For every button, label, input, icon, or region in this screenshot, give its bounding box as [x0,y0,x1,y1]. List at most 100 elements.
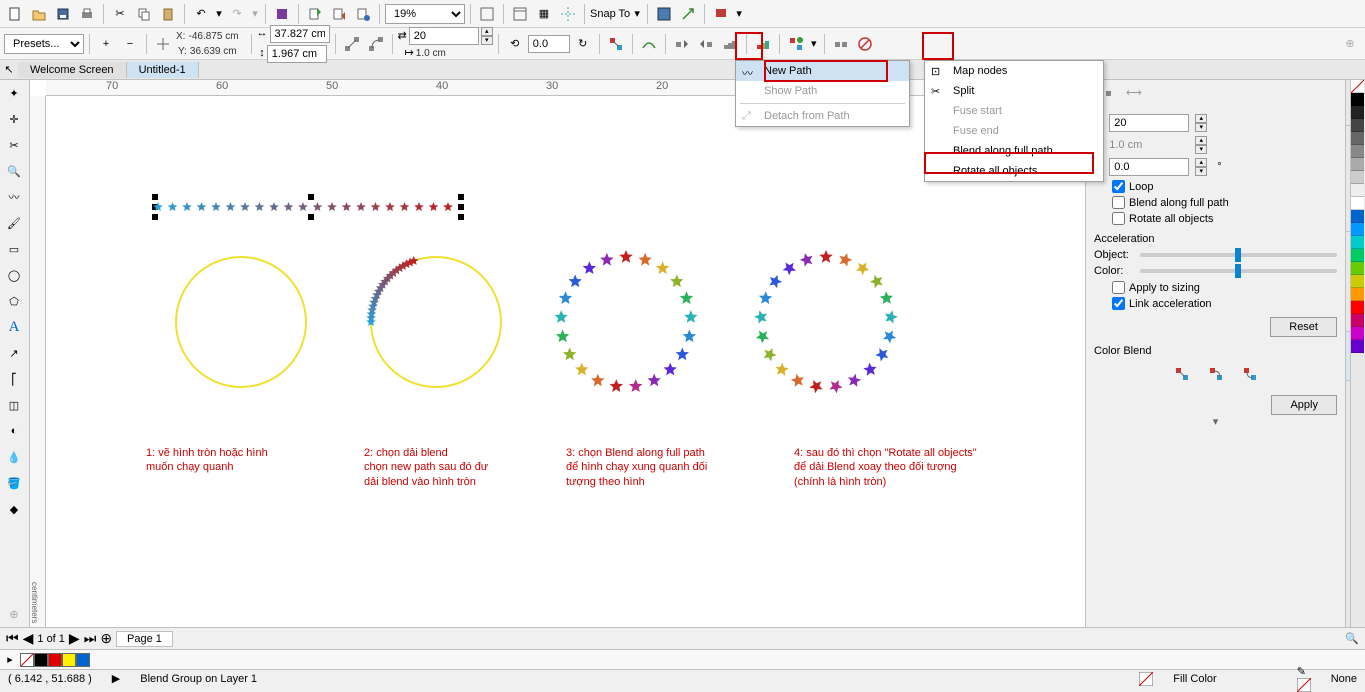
width-input[interactable] [270,25,330,43]
more-drop-icon[interactable]: ▾ [809,33,819,55]
zoom-combo[interactable]: 19% [385,4,465,24]
save-icon[interactable] [52,3,74,25]
page-prev-icon[interactable]: ◀ [23,630,34,647]
apply-button[interactable]: Apply [1271,395,1337,415]
palette-yellow[interactable] [62,653,76,667]
menu-fuse-start[interactable]: Fuse start [925,101,1103,121]
toolbox-more[interactable]: ⊕ [0,601,28,627]
end-obj-icon[interactable] [695,33,717,55]
new-doc-icon[interactable] [4,3,26,25]
loop-check[interactable] [1112,180,1125,193]
pick-tool[interactable]: ✦ [0,80,28,106]
menu-show-path[interactable]: Show Path [736,81,909,101]
path-properties-icon[interactable] [638,33,660,55]
artistic-tool[interactable]: 🖌 [0,210,28,236]
rectangle-tool[interactable]: ▭ [0,236,28,262]
print-icon[interactable] [76,3,98,25]
outline-swatch-icon[interactable]: ✎ [1297,665,1311,692]
clear-blend-icon[interactable] [854,33,876,55]
paste-icon[interactable] [157,3,179,25]
cut-icon[interactable]: ✂ [109,3,131,25]
color-direct-icon[interactable] [1171,363,1193,385]
import-icon[interactable] [304,3,326,25]
height-input[interactable] [267,45,327,63]
transparency-tool[interactable]: ◐ [0,418,28,444]
show-guides-icon[interactable] [557,3,579,25]
direct-color-icon[interactable] [605,33,627,55]
freehand-tool[interactable]: 〰 [0,184,28,210]
tab-welcome[interactable]: Welcome Screen [18,62,127,78]
apply-sizing-check[interactable] [1112,281,1125,294]
pick-tool-icon[interactable]: ↖ [0,61,18,79]
menu-new-path[interactable]: 〰New Path [736,61,909,81]
export-icon[interactable] [328,3,350,25]
connector-tool[interactable]: ⎡ [0,366,28,392]
menu-blend-full[interactable]: Blend along full path [925,141,1103,161]
copy-icon[interactable] [133,3,155,25]
show-rulers-icon[interactable] [509,3,531,25]
color-palette[interactable] [1350,80,1365,627]
app-launcher-icon[interactable] [710,3,732,25]
angle-input[interactable] [528,35,570,53]
parallel-dim-tool[interactable]: ↗ [0,340,28,366]
link-accel-check[interactable] [1112,297,1125,310]
fill-swatch-icon[interactable] [1139,672,1153,686]
page-next-icon[interactable]: ▶ [69,630,80,647]
text-tool[interactable]: A [0,314,28,340]
presets-combo[interactable]: Presets... [4,34,84,54]
page-last-icon[interactable]: ⏭ [84,630,97,647]
copy-blend-icon[interactable] [830,33,852,55]
reset-button[interactable]: Reset [1270,317,1337,337]
fullscreen-icon[interactable] [476,3,498,25]
docker-angle-input[interactable] [1109,158,1189,176]
color-accel-slider[interactable] [1140,269,1337,273]
rotate-all-check[interactable] [1112,212,1125,225]
crop-tool[interactable]: ✂ [0,132,28,158]
ellipse-tool[interactable]: ◯ [0,262,28,288]
zoom-tool[interactable]: 🔍 [0,158,28,184]
loop-icon[interactable]: ↻ [572,33,594,55]
palette-flyout-icon[interactable]: ▸ [0,653,20,666]
remove-preset-icon[interactable]: − [119,33,141,55]
menu-fuse-end[interactable]: Fuse end [925,121,1103,141]
color-ccw-icon[interactable] [1239,363,1261,385]
add-button-icon[interactable]: ⊕ [1339,33,1361,55]
blend-direct-icon[interactable] [341,33,363,55]
status-play-icon[interactable]: ▶ [112,672,120,685]
smart-fill-tool[interactable]: ◆ [0,496,28,522]
snap-drop-icon[interactable]: ▾ [632,3,642,25]
color-cw-icon[interactable] [1205,363,1227,385]
object-accel-slider[interactable] [1140,253,1337,257]
launch-icon[interactable] [677,3,699,25]
tab-untitled[interactable]: Untitled-1 [127,62,199,78]
blend-steps-input[interactable] [409,27,479,45]
app-link-icon[interactable] [271,3,293,25]
menu-split[interactable]: ✂Split [925,81,1103,101]
redo-icon[interactable]: ↷ [226,3,248,25]
publish-icon[interactable] [352,3,374,25]
add-preset-icon[interactable]: + [95,33,117,55]
zoom-scroll-icon[interactable]: 🔍 [1345,632,1359,645]
interactive-fill-tool[interactable]: 🪣 [0,470,28,496]
blend-cw-icon[interactable] [365,33,387,55]
show-grid-icon[interactable]: ▦ [533,3,555,25]
eyedropper-tool[interactable]: 💧 [0,444,28,470]
menu-detach-path[interactable]: ⤢Detach from Path [736,106,909,126]
docker-steps-input[interactable] [1109,114,1189,132]
menu-rotate-all[interactable]: Rotate all objects [925,161,1103,181]
accel-obj-icon[interactable] [719,33,741,55]
polygon-tool[interactable]: ⬠ [0,288,28,314]
menu-map-nodes[interactable]: ⊡Map nodes [925,61,1103,81]
undo-drop-icon[interactable]: ▾ [214,3,224,25]
palette-blue[interactable] [76,653,90,667]
more-blend-options-icon[interactable] [785,33,807,55]
launcher-drop-icon[interactable]: ▾ [734,3,744,25]
position-icon[interactable] [152,33,174,55]
blend-full-check[interactable] [1112,196,1125,209]
drop-shadow-tool[interactable]: ◫ [0,392,28,418]
open-icon[interactable] [28,3,50,25]
page-tab[interactable]: Page 1 [116,631,173,647]
palette-none[interactable] [20,653,34,667]
shape-tool[interactable]: ✛ [0,106,28,132]
page-first-icon[interactable]: ⏮ [6,630,19,647]
